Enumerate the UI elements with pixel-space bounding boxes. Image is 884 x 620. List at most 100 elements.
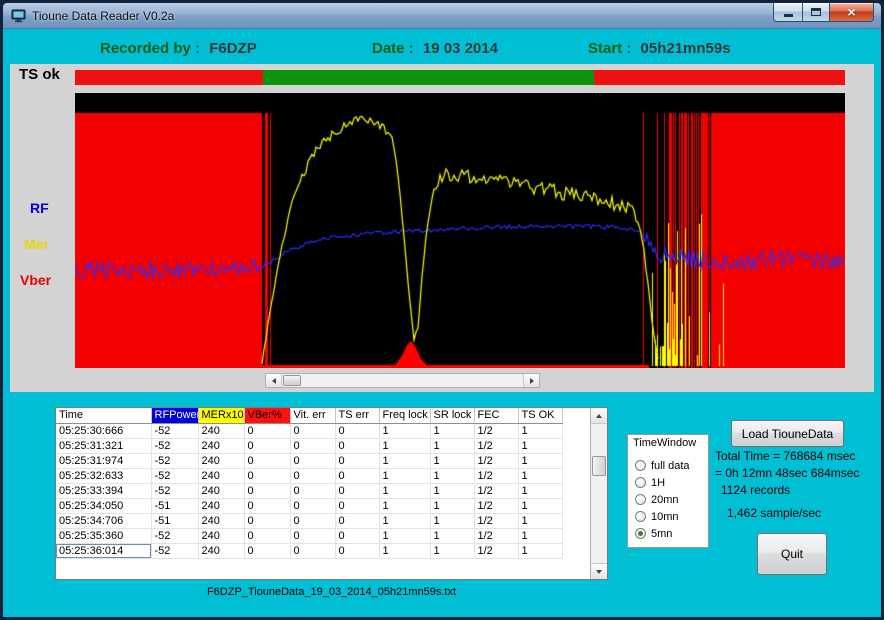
maximize-icon	[811, 8, 821, 16]
chart-horizontal-scrollbar[interactable]	[265, 373, 540, 388]
column-header-ts-err: TS err	[335, 408, 379, 423]
table-cell: 0	[290, 528, 335, 543]
table-scrollbar-thumb[interactable]	[592, 456, 606, 476]
table-row[interactable]: 05:25:33:394-52240000111/21	[56, 483, 562, 498]
table-cell: 1	[518, 513, 562, 528]
table-cell: 1	[430, 468, 474, 483]
table-cell: 0	[335, 453, 379, 468]
table-row[interactable]: 05:25:35:360-52240000111/21	[56, 528, 562, 543]
table-row[interactable]: 05:25:31:321-52240000111/21	[56, 438, 562, 453]
ts-bar-segment-ts-ok	[263, 70, 594, 85]
recorded-by-label: Recorded by :	[100, 40, 200, 57]
radio-10mn[interactable]: 10mn	[635, 508, 705, 525]
table-cell: 05:25:34:050	[56, 498, 151, 513]
radio-button-icon[interactable]	[635, 460, 646, 471]
vber-trace-label: Vber	[20, 272, 51, 288]
table-cell: 1	[379, 438, 430, 453]
table-row[interactable]: 05:25:34:050-51240000111/21	[56, 498, 562, 513]
load-button-label: Load TiouneData	[742, 427, 833, 441]
table-cell: 1	[379, 528, 430, 543]
table-cell: 1	[518, 483, 562, 498]
column-header-sr-lock: SR lock	[430, 408, 474, 423]
recorded-by-value: F6DZP	[209, 40, 257, 57]
table-row[interactable]: 05:25:34:706-51240000111/21	[56, 513, 562, 528]
radio-full-data[interactable]: full data	[635, 457, 705, 474]
radio-label: 20mn	[651, 494, 679, 506]
table-vertical-scrollbar[interactable]	[590, 408, 607, 579]
table-header-row: TimeRFPowerMERx10VBer%Vit. errTS errFreq…	[56, 408, 562, 423]
table-cell: 05:25:35:360	[56, 528, 151, 543]
radio-20mn[interactable]: 20mn	[635, 491, 705, 508]
scrollbar-track[interactable]	[282, 374, 523, 387]
table-row[interactable]: 05:25:31:974-52240000111/21	[56, 453, 562, 468]
signal-chart	[75, 93, 845, 368]
table-cell: 1/2	[474, 513, 518, 528]
titlebar[interactable]: Tioune Data Reader V0.2a ×	[3, 3, 881, 29]
radio-5mn[interactable]: 5mn	[635, 525, 705, 542]
header-start: Start : 05h21mn59s	[588, 40, 731, 57]
table-cell: 1	[379, 498, 430, 513]
scroll-down-button[interactable]	[591, 563, 607, 579]
radio-label: full data	[651, 460, 690, 472]
column-header-merx10: MERx10	[198, 408, 244, 423]
table-cell: 1	[430, 543, 474, 558]
scroll-right-button[interactable]	[523, 374, 539, 387]
table-cell: 1	[379, 543, 430, 558]
table-cell: 1	[430, 528, 474, 543]
scrollbar-thumb[interactable]	[283, 375, 301, 386]
table-cell: 1/2	[474, 528, 518, 543]
scroll-left-button[interactable]	[266, 374, 282, 387]
table-cell: 1	[430, 453, 474, 468]
table-cell: 0	[335, 423, 379, 438]
table-cell: 1	[518, 498, 562, 513]
table-cell: -52	[151, 453, 198, 468]
column-header-fec: FEC	[474, 408, 518, 423]
radio-button-icon[interactable]	[635, 528, 646, 539]
table-cell: 1	[518, 543, 562, 558]
table-cell: 1	[430, 423, 474, 438]
table-cell: 1	[379, 513, 430, 528]
table-cell: 0	[290, 513, 335, 528]
radio-button-icon[interactable]	[635, 511, 646, 522]
table-cell: 0	[244, 423, 290, 438]
table-cell: 0	[244, 438, 290, 453]
table-cell: 240	[198, 468, 244, 483]
table-row[interactable]: 05:25:32:633-52240000111/21	[56, 468, 562, 483]
table-cell: -52	[151, 423, 198, 438]
column-header-rfpower: RFPower	[151, 408, 198, 423]
records-grid: TimeRFPowerMERx10VBer%Vit. errTS errFreq…	[56, 408, 563, 559]
radio-label: 10mn	[651, 511, 679, 523]
table-cell: 1/2	[474, 453, 518, 468]
minimize-button[interactable]	[773, 3, 803, 22]
table-cell: 1/2	[474, 423, 518, 438]
quit-button-label: Quit	[781, 547, 803, 561]
table-cell: 240	[198, 453, 244, 468]
date-value: 19 03 2014	[423, 40, 498, 57]
close-icon: ×	[847, 4, 855, 21]
radio-button-icon[interactable]	[635, 477, 646, 488]
quit-button[interactable]: Quit	[757, 533, 827, 575]
table-cell: 0	[290, 483, 335, 498]
maximize-button[interactable]	[802, 3, 830, 22]
data-table[interactable]: TimeRFPowerMERx10VBer%Vit. errTS errFreq…	[55, 407, 608, 580]
table-cell: 0	[244, 513, 290, 528]
column-header-vit-err: Vit. err	[290, 408, 335, 423]
content-area: Recorded by : F6DZP Date : 19 03 2014 St…	[3, 29, 881, 617]
app-window: Tioune Data Reader V0.2a × Recorded by :…	[0, 0, 884, 620]
table-row[interactable]: 05:25:36:014-52240000111/21	[56, 543, 562, 558]
radio-1H[interactable]: 1H	[635, 474, 705, 491]
total-time-text: Total Time = 768684 msec	[715, 449, 855, 463]
close-button[interactable]: ×	[829, 3, 874, 22]
table-cell: 0	[290, 453, 335, 468]
ts-bar-segment-no-ts	[594, 70, 845, 85]
table-cell: 1	[430, 438, 474, 453]
table-cell: 1	[430, 513, 474, 528]
table-cell: 1	[518, 453, 562, 468]
table-row[interactable]: 05:25:30:666-52240000111/21	[56, 423, 562, 438]
mer-trace-label: Mer	[24, 236, 49, 252]
scroll-up-button[interactable]	[591, 408, 607, 424]
radio-button-icon[interactable]	[635, 494, 646, 505]
load-tiounedata-button[interactable]: Load TiouneData	[731, 420, 844, 447]
table-cell: 05:25:30:666	[56, 423, 151, 438]
table-cell: 0	[335, 543, 379, 558]
